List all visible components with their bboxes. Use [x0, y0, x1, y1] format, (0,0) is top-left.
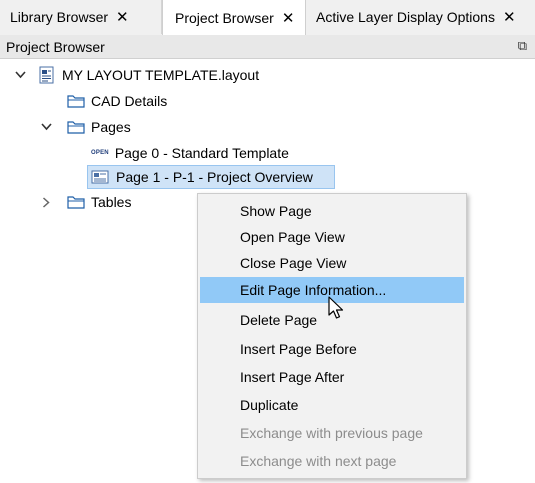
tree-item-label: Pages: [91, 119, 131, 135]
folder-icon: [67, 195, 85, 209]
mouse-pointer-icon: [327, 296, 347, 322]
tree-item-label: MY LAYOUT TEMPLATE.layout: [62, 67, 260, 83]
menu-item-exchange-previous[interactable]: Exchange with previous page: [200, 420, 464, 446]
tab-active-layer-label: Active Layer Display Options: [316, 9, 495, 25]
tree-item-label: Page 0 - Standard Template: [114, 145, 289, 161]
tab-active-layer-display-options[interactable]: Active Layer Display Options ✕: [306, 0, 535, 34]
menu-item-label: Edit Page Information...: [240, 282, 387, 298]
tree-item-page-1[interactable]: Page 1 - P-1 - Project Overview: [87, 165, 335, 189]
menu-item-label: Exchange with previous page: [240, 425, 423, 441]
tab-project-browser[interactable]: Project Browser ✕: [162, 0, 306, 36]
tab-project-browser-label: Project Browser: [175, 10, 274, 26]
menu-item-duplicate[interactable]: Duplicate: [200, 392, 464, 418]
tab-bar: Library Browser ✕ Project Browser ✕ Acti…: [0, 0, 535, 36]
tree-item-root[interactable]: MY LAYOUT TEMPLATE.layout: [14, 63, 259, 87]
tab-library-browser-label: Library Browser: [10, 9, 109, 25]
float-window-icon[interactable]: ⧉: [518, 38, 527, 54]
layout-file-icon: [38, 66, 56, 84]
tree-item-pages[interactable]: Pages: [40, 115, 131, 139]
chevron-right-icon[interactable]: [40, 190, 52, 214]
open-badge-icon: OPEN: [91, 150, 109, 156]
menu-item-label: Delete Page: [240, 312, 318, 328]
menu-item-insert-page-after[interactable]: Insert Page After: [200, 364, 464, 390]
tree-item-page-0[interactable]: OPEN Page 0 - Standard Template: [91, 141, 289, 165]
close-icon[interactable]: ✕: [116, 8, 129, 26]
panel-title-bar: Project Browser ⧉: [0, 35, 535, 59]
menu-item-label: Exchange with next page: [240, 453, 397, 469]
tree-item-label: CAD Details: [91, 93, 168, 109]
menu-item-exchange-next[interactable]: Exchange with next page: [200, 448, 464, 474]
close-icon[interactable]: ✕: [282, 9, 295, 27]
page-icon: [91, 170, 109, 184]
tree-item-tables[interactable]: Tables: [40, 190, 131, 214]
menu-item-open-page-view[interactable]: Open Page View: [200, 224, 464, 250]
tree-item-cad-details[interactable]: CAD Details: [67, 89, 167, 113]
menu-item-label: Insert Page Before: [240, 341, 357, 357]
menu-item-label: Show Page: [240, 203, 312, 219]
panel-title: Project Browser: [6, 38, 105, 55]
folder-icon: [67, 120, 85, 134]
folder-icon: [67, 94, 85, 108]
close-icon[interactable]: ✕: [503, 8, 516, 26]
menu-item-close-page-view[interactable]: Close Page View: [200, 250, 464, 276]
chevron-down-icon[interactable]: [40, 115, 52, 139]
menu-item-show-page[interactable]: Show Page: [200, 198, 464, 224]
chevron-down-icon[interactable]: [14, 63, 26, 87]
menu-item-label: Duplicate: [240, 397, 299, 413]
menu-item-label: Close Page View: [240, 255, 347, 271]
menu-item-insert-page-before[interactable]: Insert Page Before: [200, 336, 464, 362]
menu-item-label: Open Page View: [240, 229, 345, 245]
menu-item-label: Insert Page After: [240, 369, 345, 385]
tree-item-label: Tables: [91, 194, 132, 210]
context-menu: Show Page Open Page View Close Page View…: [197, 193, 467, 479]
tab-library-browser[interactable]: Library Browser ✕: [0, 0, 162, 34]
tree-item-label: Page 1 - P-1 - Project Overview: [116, 169, 313, 185]
